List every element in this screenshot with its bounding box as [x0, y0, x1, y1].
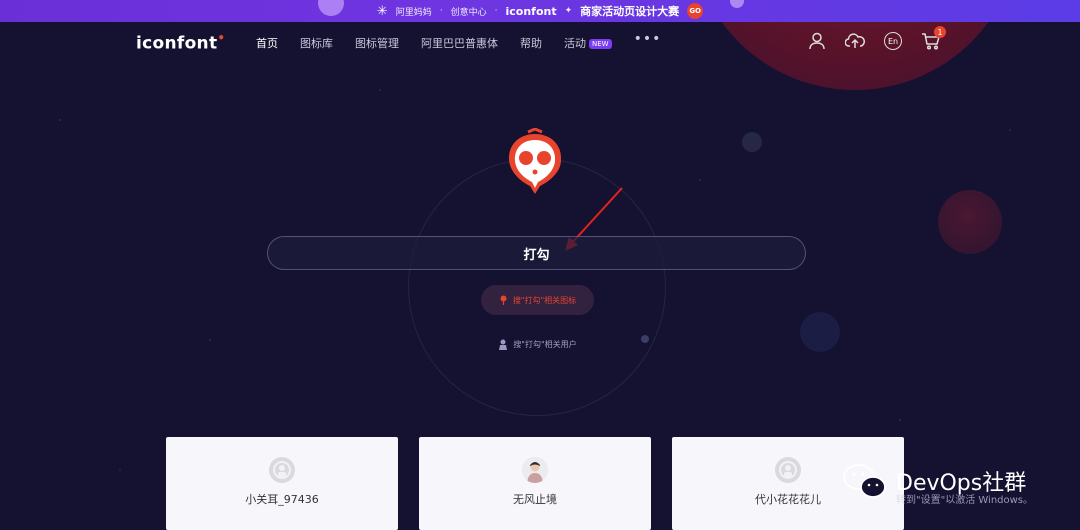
astronaut-icon — [499, 339, 508, 350]
promo-separator: · — [439, 6, 443, 16]
cart-icon[interactable]: 1 — [920, 26, 946, 52]
nav-alibaba-font[interactable]: 阿里巴巴普惠体 — [421, 35, 498, 51]
user-name: 小关耳_97436 — [245, 493, 319, 506]
main-menu: 首页 图标库 图标管理 阿里巴巴普惠体 帮助 活动 NEW ••• — [256, 31, 683, 51]
user-card[interactable]: 小关耳_97436 — [166, 437, 398, 530]
search-icons-label: 搜"打勾"相关图标 — [512, 295, 577, 305]
nav-icon-management[interactable]: 图标管理 — [355, 35, 399, 51]
avatar — [522, 457, 548, 483]
search-users-label: 搜"打勾"相关用户 — [513, 339, 577, 349]
cart-count-badge: 1 — [934, 26, 946, 38]
search-input[interactable] — [268, 245, 805, 261]
planet-decoration — [742, 132, 762, 152]
avatar — [269, 457, 295, 483]
pin-icon — [500, 295, 507, 305]
promo-center: 创意中心 — [450, 7, 487, 18]
nav-home[interactable]: 首页 — [256, 35, 278, 51]
promo-separator: · — [494, 6, 498, 16]
user-icon[interactable] — [806, 30, 828, 52]
promo-headline: 商家活动页设计大赛 — [580, 5, 680, 18]
upload-icon[interactable] — [844, 30, 866, 52]
wechat-icon — [843, 464, 886, 498]
planet-decoration — [938, 190, 1002, 254]
nav-help[interactable]: 帮助 — [520, 35, 542, 51]
search-users-suggestion[interactable]: 搜"打勾"相关用户 — [481, 332, 594, 356]
nav-activities-label: 活动 — [564, 37, 586, 50]
promo-banner[interactable]: ✳ 阿里妈妈 · 创意中心 · iconfont ✦ 商家活动页设计大赛 GO — [0, 0, 1080, 22]
sparkle-icon: ✦ — [564, 6, 573, 16]
banner-orb — [318, 0, 344, 16]
brand-logo[interactable]: iconfont• — [136, 31, 225, 54]
windows-activation-hint: 转到"设置"以激活 Windows。 — [896, 495, 1034, 506]
user-card[interactable]: 无风止境 — [419, 437, 651, 530]
nav-actions: En 1 — [806, 26, 946, 52]
search-icons-suggestion[interactable]: 搜"打勾"相关图标 — [481, 285, 594, 315]
promo-go-button[interactable]: GO — [687, 3, 704, 19]
mascot-logo-icon — [506, 127, 564, 198]
nav-activities[interactable]: 活动 NEW — [564, 35, 612, 51]
promo-brand: 阿里妈妈 — [395, 7, 432, 18]
user-name: 代小花花花儿 — [755, 493, 821, 506]
planet-decoration — [800, 312, 840, 352]
language-switch[interactable]: En — [882, 30, 904, 52]
brand-text: iconfont — [136, 33, 218, 54]
new-badge: NEW — [589, 39, 612, 49]
more-menu-button[interactable]: ••• — [634, 31, 662, 51]
promo-logo: iconfont — [505, 4, 557, 18]
brand-dot: • — [217, 31, 226, 45]
top-nav: iconfont• 首页 图标库 图标管理 阿里巴巴普惠体 帮助 活动 NEW •… — [0, 22, 1080, 64]
language-label: En — [884, 32, 902, 50]
user-name: 无风止境 — [513, 493, 557, 506]
snowflake-logo-icon: ✳ — [376, 3, 388, 19]
avatar — [775, 457, 801, 483]
banner-orb — [730, 0, 744, 8]
search-box[interactable] — [267, 236, 806, 270]
nav-icon-library[interactable]: 图标库 — [300, 35, 333, 51]
